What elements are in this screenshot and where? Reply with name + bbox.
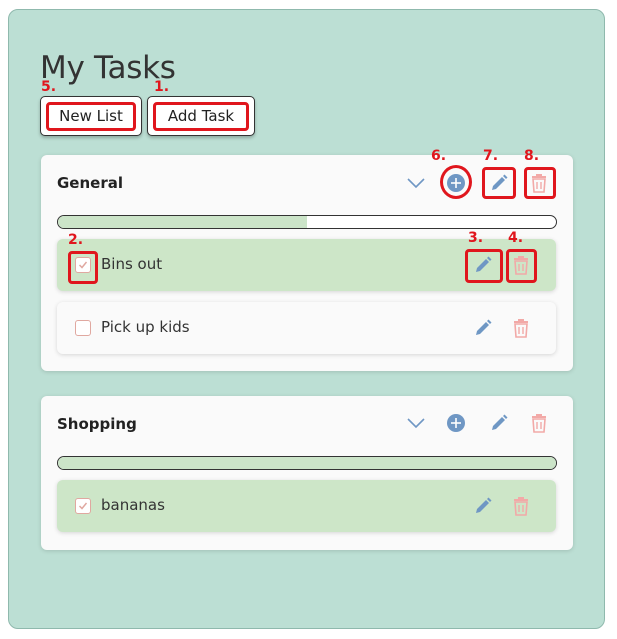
list-title: General <box>57 174 123 192</box>
trash-icon[interactable] <box>527 411 551 435</box>
task-item: Pick up kids <box>57 302 556 354</box>
list-progress-bar <box>57 215 557 229</box>
task-checkbox[interactable] <box>75 498 91 514</box>
annotation-box <box>153 102 249 131</box>
pencil-icon[interactable] <box>487 411 511 435</box>
task-label: bananas <box>101 496 165 514</box>
annotation-number: 5. <box>41 79 57 95</box>
list-title: Shopping <box>57 415 137 433</box>
annotation-box <box>482 167 516 199</box>
add-circle-icon[interactable] <box>444 411 468 435</box>
pencil-icon[interactable] <box>471 494 495 518</box>
annotation-circle <box>440 165 472 199</box>
annotation-number: 1. <box>154 79 170 95</box>
list-progress-bar <box>57 456 557 470</box>
task-checkbox[interactable] <box>75 320 91 336</box>
list-card-shopping: Shopping bananas <box>41 396 573 550</box>
annotation-number: 7. <box>483 148 499 164</box>
progress-fill <box>58 216 307 228</box>
pencil-icon[interactable] <box>471 316 495 340</box>
trash-icon[interactable] <box>509 316 533 340</box>
annotation-number: 3. <box>468 230 484 246</box>
annotation-box <box>68 251 98 284</box>
chevron-down-icon[interactable] <box>404 171 428 195</box>
annotation-box <box>506 249 537 283</box>
annotation-box <box>46 102 136 131</box>
trash-icon[interactable] <box>509 494 533 518</box>
annotation-number: 6. <box>431 148 447 164</box>
annotation-number: 2. <box>68 232 84 248</box>
task-item: bananas <box>57 480 556 532</box>
chevron-down-icon[interactable] <box>404 411 428 435</box>
annotation-number: 8. <box>524 148 540 164</box>
annotation-number: 4. <box>508 230 524 246</box>
task-label: Pick up kids <box>101 318 190 336</box>
annotation-box <box>465 249 503 283</box>
task-label: Bins out <box>101 255 163 273</box>
annotation-box <box>524 167 556 199</box>
progress-fill <box>58 457 556 469</box>
